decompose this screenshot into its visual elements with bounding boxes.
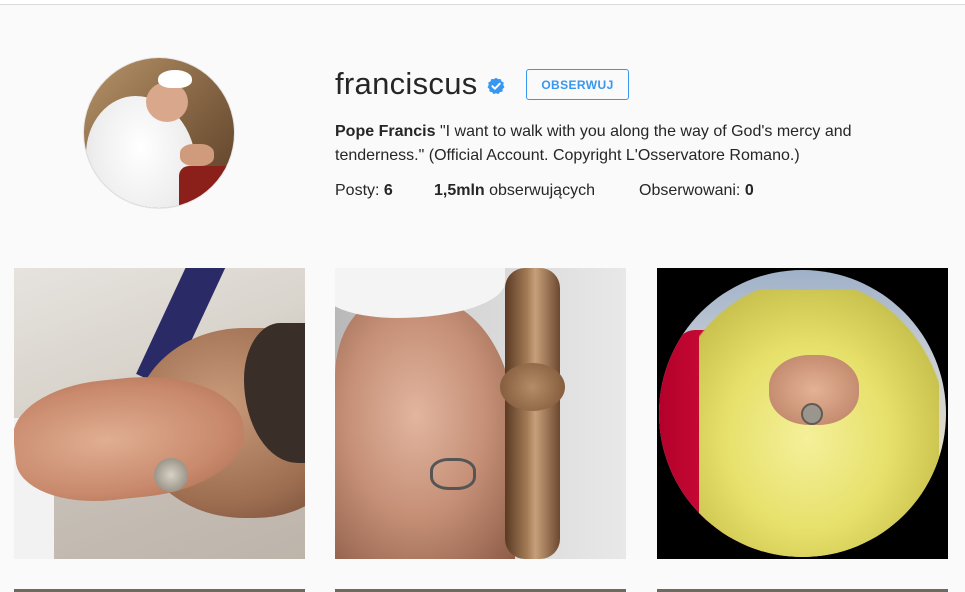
- posts-label: Posty:: [335, 182, 384, 199]
- post-tile-hand-on-face[interactable]: [14, 268, 305, 559]
- avatar-head: [146, 82, 188, 122]
- glasses-shape: [430, 458, 476, 490]
- following-count: 0: [744, 182, 754, 199]
- ring-shape: [154, 458, 188, 492]
- post-tile-palm-branches[interactable]: [657, 268, 948, 559]
- top-navigation-bar: [0, 0, 965, 5]
- staff-shape: [505, 268, 560, 559]
- profile-full-name: Pope Francis: [335, 123, 436, 140]
- cap-shape: [335, 268, 505, 318]
- staff-knob-shape: [500, 363, 565, 411]
- avatar-pew: [179, 166, 234, 208]
- posts-count: 6: [383, 182, 393, 199]
- follow-button[interactable]: OBSERWUJ: [526, 69, 629, 100]
- stat-posts: Posty: 6: [335, 182, 393, 200]
- stat-followers[interactable]: 1,5mln obserwujących: [434, 182, 595, 200]
- post-tile-pope-praying-staff[interactable]: [335, 268, 626, 559]
- circular-photo: [659, 270, 946, 557]
- avatar-cap: [158, 70, 192, 88]
- following-label: Obserwowani:: [639, 182, 745, 199]
- followers-label: obserwujących: [484, 182, 595, 199]
- profile-username: franciscus: [335, 66, 478, 101]
- stat-following[interactable]: Obserwowani: 0: [639, 182, 754, 200]
- followers-count: 1,5mln: [434, 182, 485, 199]
- avatar-hands: [180, 144, 214, 166]
- profile-avatar[interactable]: [84, 58, 234, 208]
- head-shape: [335, 298, 515, 559]
- ring-shape: [801, 403, 823, 425]
- profile-bio: Pope Francis "I want to walk with you al…: [335, 120, 895, 168]
- verified-badge-icon: [487, 77, 505, 95]
